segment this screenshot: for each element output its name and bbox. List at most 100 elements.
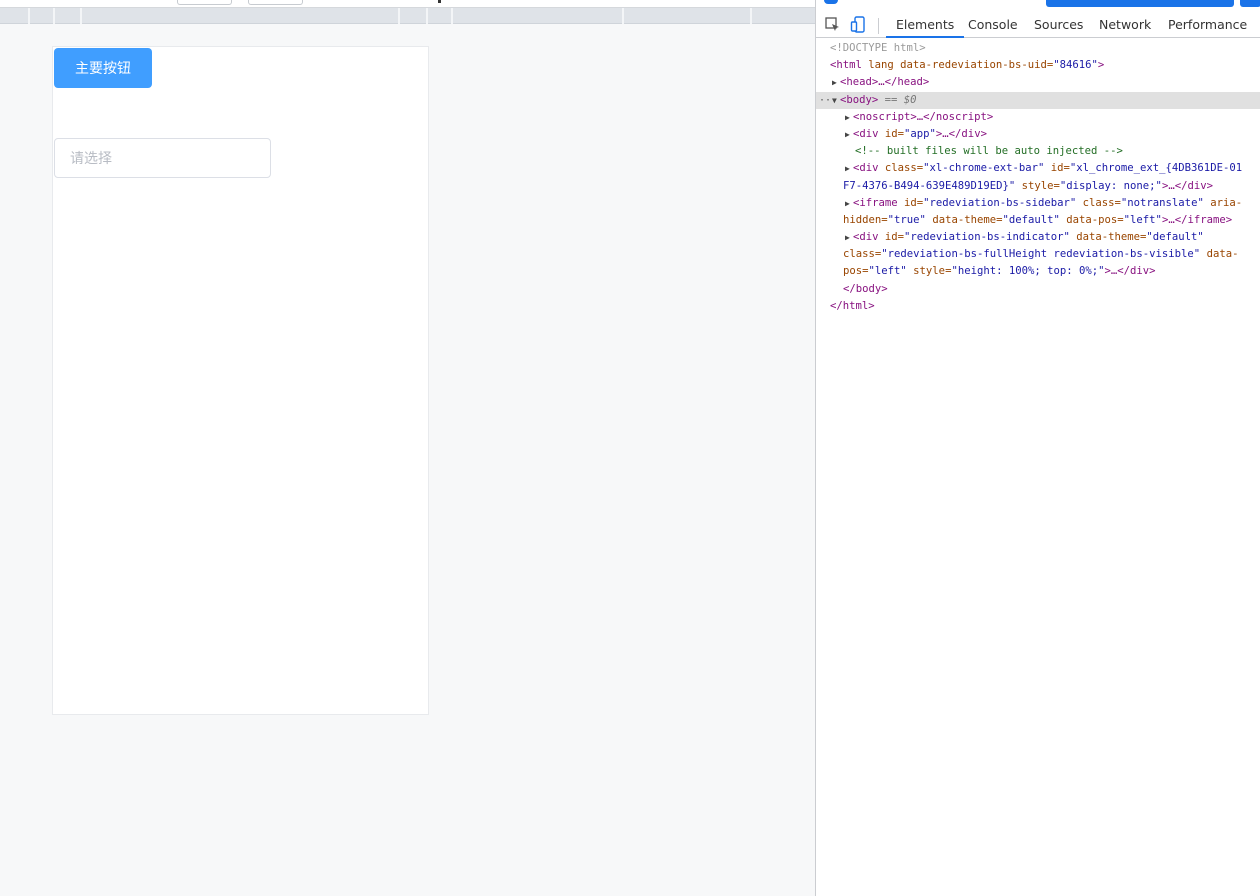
dom-line[interactable]: pos="left" style="height: 100%; top: 0%;… (816, 263, 1260, 280)
dom-line[interactable]: <html lang data-redeviation-bs-uid="8461… (816, 57, 1260, 74)
ruler-divider (750, 8, 752, 24)
html-tag: <html (830, 59, 862, 72)
devtools-toolbar: Elements Console Sources Network Perform… (816, 0, 1260, 38)
dom-line[interactable]: ▶ <div class="xl-chrome-ext-bar" id="xl_c… (816, 160, 1260, 177)
select-input[interactable]: 请选择 (54, 138, 271, 178)
tab-sources[interactable]: Sources (1034, 16, 1083, 38)
expand-triangle-icon[interactable]: ▶ (845, 109, 853, 126)
attr-name: id= (884, 127, 905, 140)
dom-line[interactable]: <!-- built files will be auto injected -… (816, 143, 1260, 160)
attr-name: style= (1015, 179, 1060, 192)
attr-name: style= (906, 265, 952, 278)
dom-line[interactable]: ▶ <div id="redeviation-bs-indicator" data… (816, 229, 1260, 246)
more-actions-icon[interactable]: ··· (819, 92, 837, 109)
attr-value: "xl-chrome-ext-bar" (923, 162, 1045, 175)
attr-name: pos= (843, 265, 869, 278)
primary-button[interactable]: 主要按钮 (54, 48, 152, 88)
strip-button[interactable] (177, 0, 232, 5)
tag-close: >…</div> (1161, 179, 1213, 192)
ruler-divider (28, 8, 30, 24)
html-attr-value: "84616" (1053, 59, 1098, 72)
html-attrs: lang data-redeviation-bs-uid= (861, 59, 1054, 72)
tag-open: <div (853, 231, 885, 244)
dom-line[interactable]: </body> (816, 281, 1260, 298)
attr-value: "xl_chrome_ext_{4DB361DE-01 (1069, 162, 1243, 175)
body-node: <body> (840, 93, 879, 106)
tag-open: <div (853, 162, 885, 175)
browser-top-strip (0, 0, 815, 8)
toolbar-separator (878, 18, 879, 34)
attr-value: "redeviation-bs-sidebar" (923, 196, 1077, 209)
device-screen: 主要按钮 请选择 (52, 46, 429, 715)
attr-name: id= (1044, 162, 1070, 175)
dom-line[interactable]: ▶ <iframe id="redeviation-bs-sidebar" cla… (816, 195, 1260, 212)
attr-name: data-pos= (1059, 213, 1124, 226)
expand-triangle-icon[interactable]: ▶ (832, 74, 840, 91)
expand-triangle-icon[interactable]: ▶ (845, 229, 853, 246)
attr-name: aria- (1203, 196, 1243, 209)
tab-network[interactable]: Network (1099, 16, 1151, 38)
attr-name: class= (843, 248, 882, 261)
attr-name: id= (904, 196, 924, 209)
page-viewport: 主要按钮 请选择 (0, 0, 815, 896)
dom-line[interactable]: F7-4376-B494-639E489D19ED}" style="displ… (816, 178, 1260, 195)
strip-button[interactable] (248, 0, 303, 5)
expand-triangle-icon[interactable]: ▶ (845, 160, 853, 177)
tag-close: >…</iframe> (1161, 213, 1233, 226)
attr-name: class= (1076, 196, 1121, 209)
noscript-node: <noscript>…</noscript> (853, 110, 994, 123)
html-comment: <!-- built files will be auto injected -… (855, 145, 1123, 158)
attr-value: "display: none;" (1059, 179, 1162, 192)
strip-marker (438, 0, 441, 3)
attr-value: "notranslate" (1120, 196, 1204, 209)
ruler-divider (53, 8, 55, 24)
dom-line[interactable]: ▶ <div id="app">…</div> (816, 126, 1260, 143)
expand-triangle-icon[interactable]: ▶ (845, 195, 853, 212)
dom-line[interactable]: hidden="true" data-theme="default" data-… (816, 212, 1260, 229)
devtools-panel: Elements Console Sources Network Perform… (815, 0, 1260, 896)
attr-value: "left" (1123, 213, 1162, 226)
tag-close: >…</div> (1104, 265, 1156, 278)
dom-line[interactable]: ▶ <head>…</head> (816, 74, 1260, 91)
html-tag-close: > (1097, 59, 1105, 72)
ruler-divider (451, 8, 453, 24)
attr-value: "height: 100%; top: 0%;" (951, 265, 1105, 278)
inspect-element-icon[interactable] (824, 16, 842, 34)
tab-performance[interactable]: Performance (1168, 16, 1247, 38)
body-close-tag: </body> (843, 282, 888, 295)
devtools-banner-button[interactable] (1240, 0, 1260, 7)
device-ruler (0, 8, 815, 24)
tag-open: <iframe (853, 196, 905, 209)
doctype: <!DOCTYPE html> (830, 42, 926, 54)
ruler-divider (398, 8, 400, 24)
attr-value: "default" (1146, 231, 1204, 244)
ruler-divider (80, 8, 82, 24)
devtools-badge (824, 0, 838, 4)
dom-line[interactable]: </html> (816, 298, 1260, 315)
attr-value: "true" (887, 213, 926, 226)
dom-line[interactable]: ▶ <noscript>…</noscript> (816, 109, 1260, 126)
dom-line[interactable]: <!DOCTYPE html> (816, 40, 1260, 57)
tab-console[interactable]: Console (968, 16, 1018, 38)
attr-name: id= (884, 231, 905, 244)
ruler-divider (622, 8, 624, 24)
device-toolbar-icon[interactable] (850, 16, 868, 34)
selected-marker: == $0 (884, 93, 917, 106)
expand-triangle-icon[interactable]: ▶ (845, 126, 853, 143)
attr-name: class= (884, 162, 924, 175)
attr-name: data- (1200, 248, 1239, 261)
dom-line-selected[interactable]: ··· ▼ <body> == $0 (816, 91, 1260, 109)
attr-name: data-theme= (1069, 231, 1147, 244)
attr-value: "redeviation-bs-fullHeight redeviation-b… (881, 248, 1201, 261)
attr-value: F7-4376-B494-639E489D19ED}" (843, 179, 1016, 192)
tag-open: <div (853, 127, 885, 140)
attr-value: "left" (868, 265, 907, 278)
dom-tree: <!DOCTYPE html> <html lang data-redeviat… (816, 40, 1260, 315)
attr-value: "default" (1002, 213, 1060, 226)
devtools-banner-button[interactable] (1046, 0, 1234, 7)
attr-name: data-theme= (925, 213, 1003, 226)
html-close-tag: </html> (830, 299, 875, 312)
dom-line[interactable]: class="redeviation-bs-fullHeight redevia… (816, 246, 1260, 263)
attr-name: hidden= (843, 213, 888, 226)
tab-elements[interactable]: Elements (886, 16, 965, 38)
